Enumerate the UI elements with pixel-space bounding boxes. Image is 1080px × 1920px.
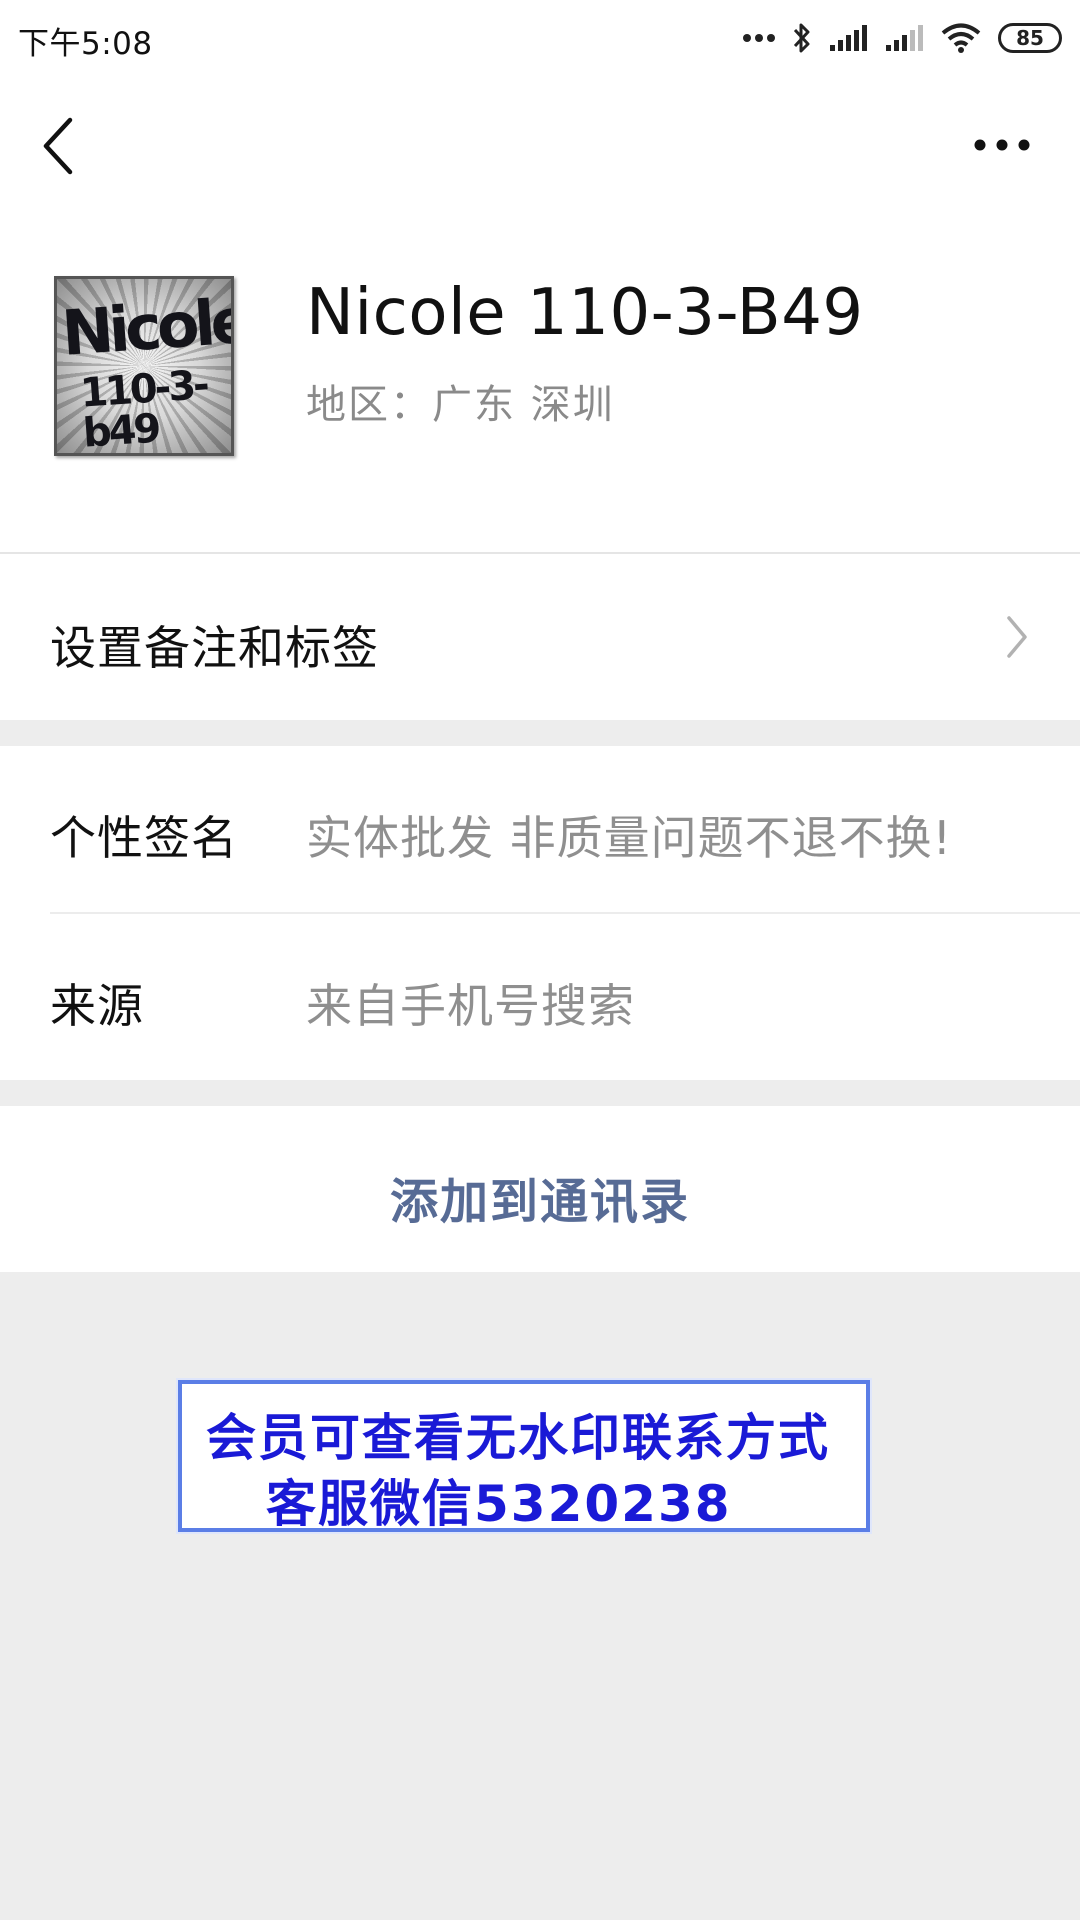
avatar[interactable]: Nicole 110-3-b49 (54, 276, 234, 456)
contact-profile-page: 下午5:08 85 Nicole 110-3-b49 Nicole 110-3-… (0, 0, 1080, 1920)
signature-value: 实体批发 非质量问题不退不换! (306, 811, 953, 865)
source-value: 来自手机号搜索 (306, 979, 635, 1033)
signature-row: 个性签名 实体批发 非质量问题不退不换! (0, 746, 1080, 914)
status-time: 下午5:08 (18, 26, 153, 62)
signal-weak-icon (884, 23, 924, 53)
dots-icon (742, 33, 776, 43)
chevron-left-icon (43, 117, 73, 175)
signal-icon (828, 23, 868, 53)
bluetooth-icon (792, 21, 812, 55)
source-label: 来源 (50, 979, 144, 1033)
back-button[interactable] (34, 114, 84, 178)
avatar-logo-text: Nicole 110-3-b49 (59, 284, 234, 456)
status-icons: 85 (742, 16, 1062, 60)
contact-name: Nicole 110-3-B49 (306, 276, 864, 350)
signature-label: 个性签名 (50, 811, 238, 865)
wifi-icon (940, 22, 982, 54)
source-row: 来源 来自手机号搜索 (0, 914, 1080, 1080)
more-button[interactable] (972, 130, 1032, 160)
status-bar: 下午5:08 85 (0, 0, 1080, 76)
watermark-line1: 会员可查看无水印联系方式 (206, 1409, 830, 1467)
watermark-banner: 会员可查看无水印联系方式 客服微信5320238 (178, 1380, 870, 1533)
profile-header: Nicole 110-3-b49 Nicole 110-3-B49 地区：广东 … (0, 210, 1080, 552)
remark-tags-label: 设置备注和标签 (50, 621, 379, 675)
battery-icon: 85 (998, 23, 1062, 53)
add-to-contacts-button[interactable]: 添加到通讯录 (0, 1106, 1080, 1272)
watermark-line2: 客服微信5320238 (266, 1475, 732, 1533)
remark-tags-row[interactable]: 设置备注和标签 (0, 554, 1080, 720)
more-dots-icon (974, 139, 1030, 151)
contact-region: 地区：广东 深圳 (306, 382, 615, 428)
chevron-right-icon (1004, 614, 1030, 660)
nav-bar (0, 76, 1080, 210)
add-to-contacts-label: 添加到通讯录 (389, 1174, 690, 1230)
